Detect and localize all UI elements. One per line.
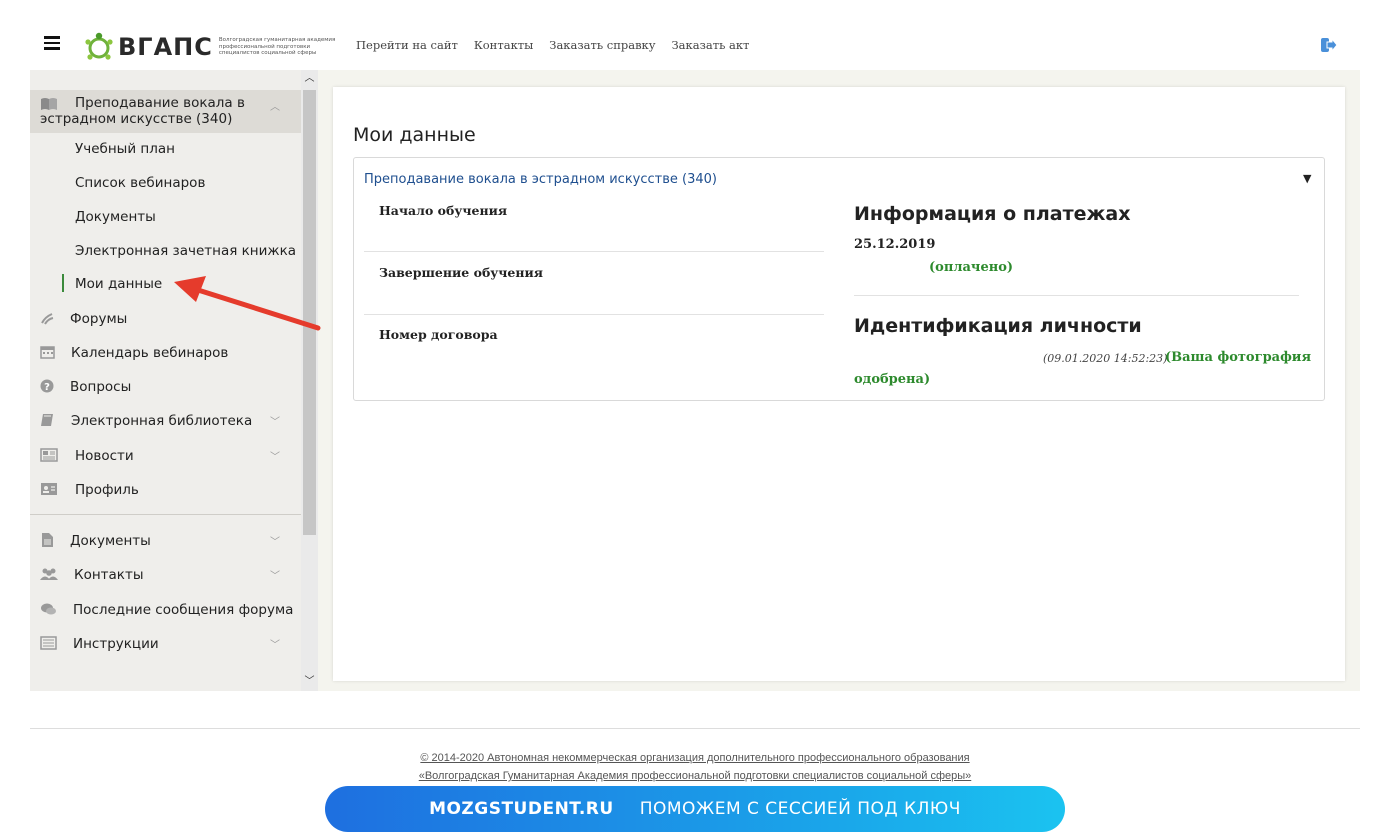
sidebar-item-webinar-calendar[interactable]: Календарь вебинаров <box>30 339 301 367</box>
nav-link-order-act[interactable]: Заказать акт <box>672 38 750 52</box>
sidebar-item-label: Мои данные <box>75 276 163 292</box>
sidebar-item-label: Форумы <box>70 311 128 327</box>
sidebar-item-label: Инструкции <box>73 636 159 652</box>
sidebar-item-label: Электронная зачетная книжка <box>75 243 296 259</box>
sidebar-divider <box>30 514 301 515</box>
logout-icon[interactable] <box>1320 37 1338 53</box>
sidebar-item-webinars-list[interactable]: Список вебинаров <box>30 169 301 197</box>
payments-title: Информация о платежах <box>854 203 1131 225</box>
sidebar-item-label: Вопросы <box>70 379 132 395</box>
sidebar-item-label: Документы <box>70 533 151 549</box>
chevron-down-icon[interactable]: ﹀ <box>270 636 280 651</box>
identification-status: (Ваша фотография <box>1165 350 1312 365</box>
section-divider <box>854 295 1299 296</box>
instructions-icon <box>40 636 57 650</box>
nav-link-order-certificate[interactable]: Заказать справку <box>549 38 655 52</box>
sidebar-item-label: Профиль <box>75 482 139 498</box>
svg-text:?: ? <box>44 382 50 393</box>
question-icon: ? <box>40 379 54 393</box>
nav-link-contacts[interactable]: Контакты <box>474 38 533 52</box>
sidebar-item-label: Календарь вебинаров <box>71 345 229 361</box>
sidebar-item-label: Учебный план <box>75 141 175 157</box>
sidebar-course-header[interactable]: Преподавание вокала в эстрадном искусств… <box>30 90 301 133</box>
field-label-end: Завершение обучения <box>379 265 544 280</box>
logo[interactable]: ВГАПС Волгоградская гуманитарная академи… <box>84 30 341 64</box>
promo-banner[interactable]: MOZGSTUDENT.RU ПОМОЖЕМ С СЕССИЕЙ ПОД КЛЮ… <box>325 786 1065 832</box>
chevron-down-icon[interactable]: ﹀ <box>270 448 280 463</box>
library-icon <box>41 414 53 426</box>
payment-status: (оплачено) <box>929 260 1014 275</box>
footer-copyright[interactable]: © 2014-2020 Автономная некоммерческая ор… <box>0 752 1390 764</box>
payment-date: 25.12.2019 <box>854 237 936 252</box>
contacts-icon <box>40 568 58 580</box>
field-divider <box>364 314 824 315</box>
logo-text: ВГАПС <box>118 33 213 61</box>
sidebar-item-forums[interactable]: Форумы <box>30 305 301 333</box>
page-title: Мои данные <box>353 124 476 146</box>
promo-brand: MOZGSTUDENT.RU <box>429 799 614 819</box>
field-label-start: Начало обучения <box>379 203 508 218</box>
document-icon <box>42 533 53 547</box>
hamburger-menu-icon[interactable] <box>44 36 60 50</box>
active-indicator <box>62 274 64 292</box>
chevron-down-icon[interactable]: ﹀ <box>270 533 280 548</box>
chevron-down-icon[interactable]: ﹀ <box>270 413 280 428</box>
sidebar-item-questions[interactable]: ? Вопросы <box>30 373 301 401</box>
scroll-up-icon[interactable]: ︿ <box>304 73 315 84</box>
forum-icon <box>41 313 54 325</box>
sidebar-item-instructions[interactable]: Инструкции ﹀ <box>30 630 301 658</box>
field-divider <box>364 251 824 252</box>
sidebar-item-label: Электронная библиотека <box>71 413 253 429</box>
calendar-icon <box>40 346 55 359</box>
profile-icon <box>41 483 57 495</box>
nav-link-site[interactable]: Перейти на сайт <box>356 38 458 52</box>
scroll-down-icon[interactable]: ﹀ <box>304 676 315 687</box>
top-nav: Перейти на сайт Контакты Заказать справк… <box>356 38 749 52</box>
chevron-up-icon[interactable]: ︿ <box>270 98 280 113</box>
sidebar-item-contacts[interactable]: Контакты ﹀ <box>30 561 301 589</box>
sidebar: Преподавание вокала в эстрадном искусств… <box>30 70 318 691</box>
logo-mark-icon <box>85 32 113 60</box>
scrollbar-thumb[interactable] <box>303 90 316 535</box>
sidebar-item-profile[interactable]: Профиль <box>30 476 301 504</box>
sidebar-item-label: Контакты <box>74 567 144 583</box>
triangle-down-icon[interactable]: ▼ <box>1303 172 1311 185</box>
sidebar-item-course-documents[interactable]: Документы <box>30 203 301 231</box>
sidebar-item-my-data[interactable]: Мои данные <box>30 270 301 298</box>
promo-slogan: ПОМОЖЕМ С СЕССИЕЙ ПОД КЛЮЧ <box>639 799 961 819</box>
identification-timestamp: (09.01.2020 14:52:23) <box>1043 352 1168 365</box>
logo-subtitle: Волгоградская гуманитарная академия проф… <box>218 37 336 57</box>
footer-organization[interactable]: «Волгоградская Гуманитарная Академия про… <box>0 770 1390 782</box>
field-label-contract: Номер договора <box>379 327 498 342</box>
messages-icon <box>41 603 56 615</box>
chevron-down-icon[interactable]: ﹀ <box>270 567 280 582</box>
sidebar-item-label: Документы <box>75 209 156 225</box>
sidebar-course-label: Преподавание вокала в эстрадном искусств… <box>40 95 245 127</box>
sidebar-item-news[interactable]: Новости ﹀ <box>30 442 301 470</box>
sidebar-item-gradebook[interactable]: Электронная зачетная книжка <box>30 237 301 265</box>
sidebar-item-forum-messages[interactable]: Последние сообщения форума <box>30 596 301 624</box>
identification-status-continued: одобрена) <box>854 372 931 387</box>
sidebar-item-study-plan[interactable]: Учебный план <box>30 135 301 163</box>
footer-divider <box>30 728 1360 729</box>
identification-title: Идентификация личности <box>854 315 1142 337</box>
panel-header-link[interactable]: Преподавание вокала в эстрадном искусств… <box>364 172 717 187</box>
sidebar-item-library[interactable]: Электронная библиотека ﹀ <box>30 407 301 435</box>
news-icon <box>40 448 58 462</box>
sidebar-scrollbar[interactable]: ︿ ﹀ <box>301 70 318 691</box>
sidebar-item-label: Список вебинаров <box>75 175 206 191</box>
top-header: ВГАПС Волгоградская гуманитарная академи… <box>0 0 1390 70</box>
sidebar-item-documents[interactable]: Документы ﹀ <box>30 527 301 555</box>
sidebar-item-label: Новости <box>75 448 134 464</box>
sidebar-item-label: Последние сообщения форума <box>73 602 294 618</box>
